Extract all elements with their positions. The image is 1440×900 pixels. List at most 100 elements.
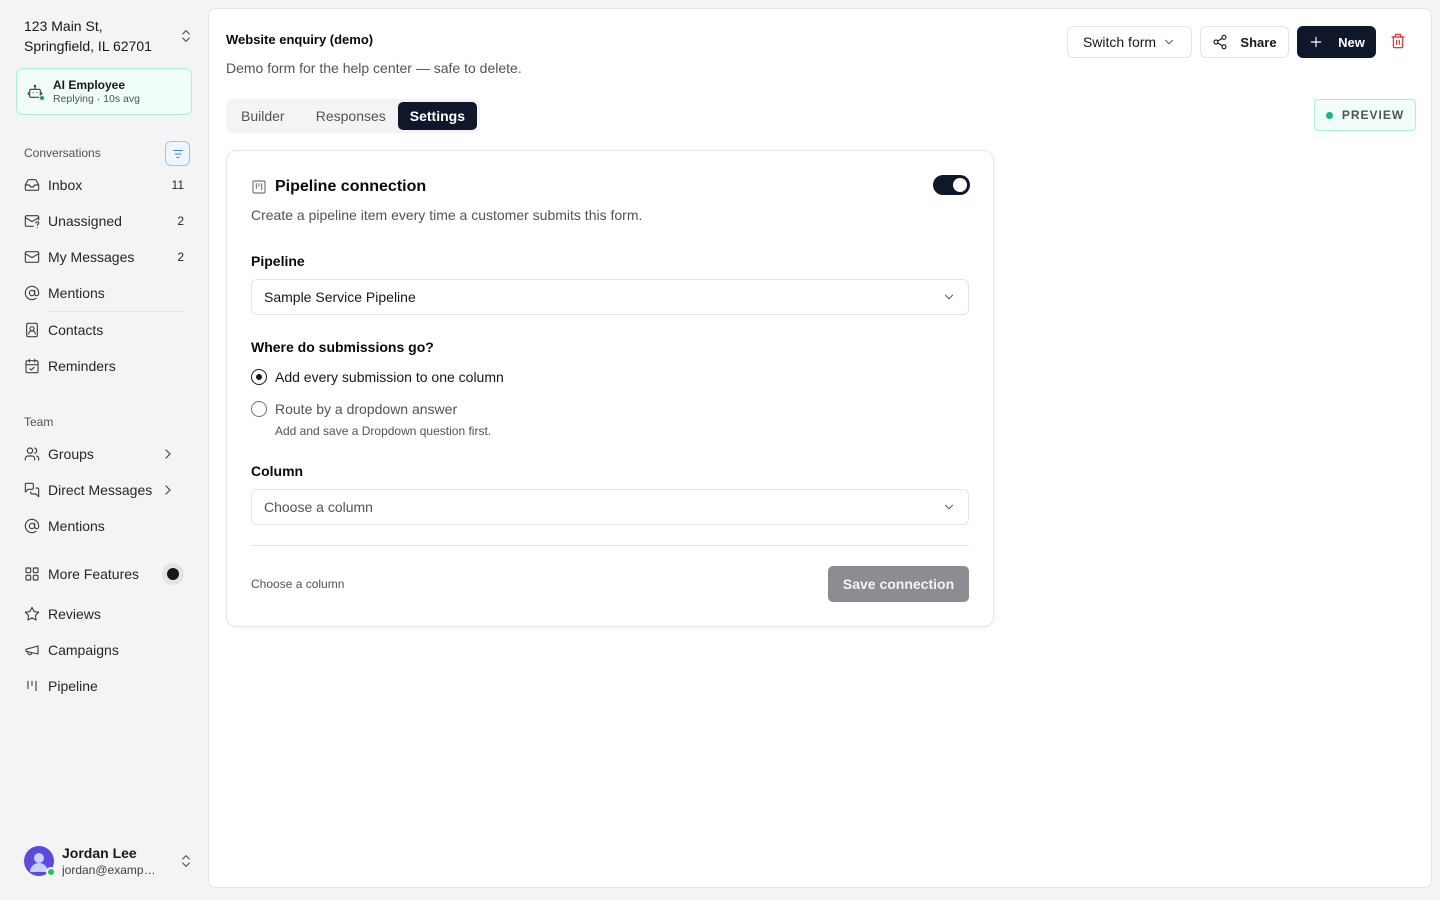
sidebar-item-my-messages[interactable]: My Messages 2 — [16, 241, 192, 273]
ai-employee-subtitle: Replying · 10s avg — [53, 92, 140, 105]
robot-icon — [27, 84, 45, 101]
location-name: 123 Main St, Springfield, IL 62701 — [24, 16, 152, 56]
unread-count: 2 — [177, 250, 184, 264]
sidebar-item-reminders[interactable]: Reminders — [16, 350, 192, 382]
radio-one-column[interactable]: Add every submission to one column — [251, 369, 504, 385]
inbox-icon — [24, 177, 40, 193]
sidebar-item-more-features[interactable]: More Features — [16, 558, 192, 590]
star-icon — [24, 606, 40, 622]
chevron-right-icon — [160, 482, 176, 498]
sidebar-item-team-mentions[interactable]: Mentions — [16, 510, 192, 542]
card-divider — [251, 545, 969, 546]
share-button[interactable]: Share — [1200, 26, 1289, 58]
preview-label: PREVIEW — [1341, 108, 1405, 122]
page-description: Demo form for the help center — safe to … — [226, 60, 522, 76]
user-email: jordan@example.com — [62, 863, 158, 877]
chevron-right-icon — [160, 446, 176, 462]
ai-employee-title: AI Employee — [53, 77, 126, 92]
column-select[interactable]: Choose a column — [251, 489, 969, 525]
tab-responses[interactable]: Responses — [304, 102, 398, 130]
radio-route-dropdown-label: Route by a dropdown answer — [275, 401, 458, 417]
user-menu[interactable]: Jordan Lee jordan@example.com — [24, 843, 194, 879]
switch-form-button[interactable]: Switch form — [1067, 26, 1192, 58]
sidebar-item-reviews[interactable]: Reviews — [16, 598, 192, 630]
team-section-label: Team — [24, 415, 54, 429]
sidebar-item-label: Pipeline — [48, 678, 98, 694]
pipeline-connection-toggle[interactable] — [933, 175, 970, 195]
card-description: Create a pipeline item every time a cust… — [251, 207, 643, 223]
kanban-board-icon — [251, 179, 267, 195]
at-sign-icon — [24, 518, 40, 534]
preview-badge[interactable]: PREVIEW — [1314, 99, 1416, 131]
messages-icon — [24, 482, 40, 498]
chevron-down-icon — [942, 290, 956, 304]
column-select-placeholder: Choose a column — [264, 499, 373, 515]
sidebar-item-direct-messages[interactable]: Direct Messages — [16, 474, 192, 506]
sidebar-item-contacts[interactable]: Contacts — [16, 314, 192, 346]
sidebar-item-label: Groups — [48, 446, 94, 462]
online-status-dot — [46, 867, 56, 877]
conversations-section-label: Conversations — [24, 146, 101, 160]
pipeline-label: Pipeline — [251, 253, 305, 269]
grid-icon — [24, 566, 40, 582]
sidebar-item-label: Unassigned — [48, 213, 122, 229]
sidebar-item-label: Mentions — [48, 285, 105, 301]
location-switcher[interactable]: 123 Main St, Springfield, IL 62701 — [24, 16, 194, 56]
sidebar: 123 Main St, Springfield, IL 62701 AI Em… — [0, 0, 208, 900]
sidebar-item-label: Reminders — [48, 358, 116, 374]
sidebar-item-inbox[interactable]: Inbox 11 — [16, 169, 192, 201]
chevrons-up-down-icon — [178, 28, 194, 44]
delete-form-button[interactable] — [1390, 33, 1406, 49]
chevron-down-icon — [1162, 35, 1176, 49]
share-icon — [1212, 34, 1228, 50]
kanban-icon — [24, 678, 40, 694]
switch-form-label: Switch form — [1082, 34, 1157, 50]
sidebar-item-label: Mentions — [48, 518, 105, 534]
location-line-2: Springfield, IL 62701 — [24, 38, 152, 54]
page-title: Website enquiry (demo) — [226, 32, 374, 47]
sidebar-item-label: More Features — [48, 566, 140, 582]
sidebar-item-groups[interactable]: Groups — [16, 438, 192, 470]
unread-count: 2 — [177, 214, 184, 228]
filter-button[interactable] — [165, 141, 190, 166]
card-title: Pipeline connection — [275, 178, 427, 195]
save-connection-button[interactable]: Save connection — [828, 566, 969, 602]
pipeline-select-value: Sample Service Pipeline — [264, 289, 416, 305]
card-header: Pipeline connection — [251, 178, 426, 196]
main-panel: Website enquiry (demo) Demo form for the… — [208, 8, 1432, 888]
save-hint: Choose a column — [251, 577, 345, 591]
destination-label: Where do submissions go? — [251, 339, 434, 355]
new-label: New — [1338, 34, 1365, 50]
form-tabs: Builder Responses Settings — [226, 99, 480, 133]
sidebar-divider — [48, 311, 182, 312]
sidebar-item-unassigned[interactable]: Unassigned 2 — [16, 205, 192, 237]
unread-count: 11 — [171, 178, 184, 192]
share-label: Share — [1240, 34, 1277, 50]
sidebar-item-campaigns[interactable]: Campaigns — [16, 634, 192, 666]
radio-route-dropdown[interactable]: Route by a dropdown answer — [251, 401, 457, 417]
sidebar-item-pipeline[interactable]: Pipeline — [16, 670, 192, 702]
ai-employee-card[interactable]: AI Employee Replying · 10s avg — [16, 68, 192, 115]
chevron-down-icon — [942, 500, 956, 514]
plus-icon — [1308, 34, 1324, 50]
tab-builder[interactable]: Builder — [229, 102, 304, 130]
megaphone-icon — [24, 642, 40, 658]
filter-icon — [171, 147, 185, 161]
contact-book-icon — [24, 322, 40, 338]
radio-indicator — [251, 401, 267, 417]
tab-settings[interactable]: Settings — [397, 102, 477, 130]
trash-icon — [1390, 33, 1406, 49]
sidebar-item-label: Reviews — [48, 606, 101, 622]
location-line-1: 123 Main St, — [24, 18, 103, 34]
sidebar-item-mentions[interactable]: Mentions — [16, 277, 192, 309]
sidebar-item-label: Contacts — [48, 322, 104, 338]
pipeline-select[interactable]: Sample Service Pipeline — [251, 279, 969, 315]
radio-route-hint: Add and save a Dropdown question first. — [275, 424, 492, 438]
online-status-dot — [39, 94, 45, 101]
pipeline-connection-card: Pipeline connection Create a pipeline it… — [226, 150, 994, 627]
sidebar-item-label: Direct Messages — [48, 482, 153, 498]
sidebar-item-label: Inbox — [48, 177, 83, 193]
at-sign-icon — [24, 285, 40, 301]
features-indicator — [162, 563, 184, 585]
new-form-button[interactable]: New — [1297, 26, 1376, 58]
